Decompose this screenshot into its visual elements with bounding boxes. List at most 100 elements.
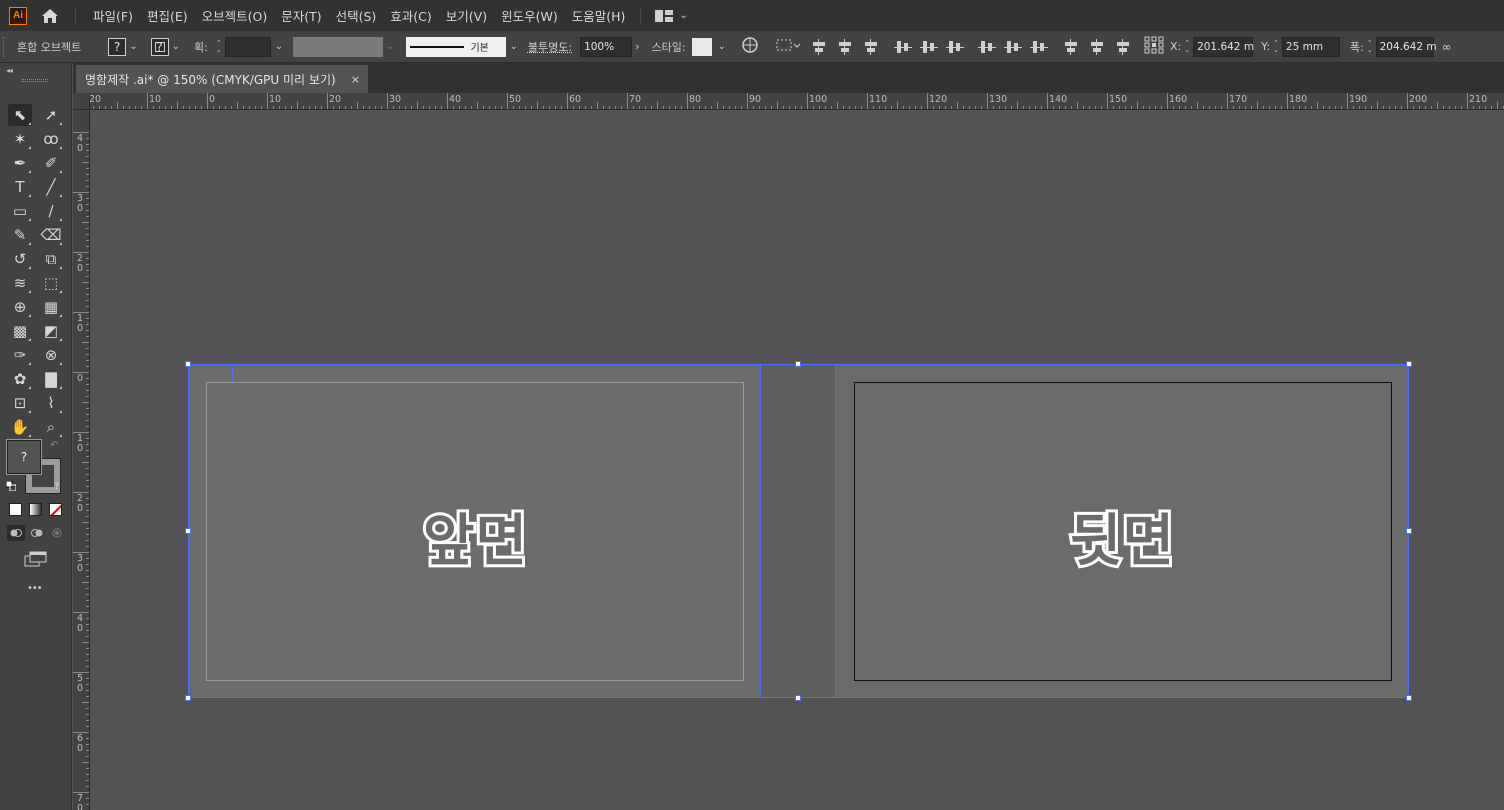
menu-object[interactable]: 오브젝트(O): [195, 6, 275, 25]
artboard-tool-icon[interactable]: ⊡: [8, 392, 32, 414]
y-stepper[interactable]: ⌃ ⌄: [1273, 39, 1279, 54]
align-to-selection-icon[interactable]: [776, 37, 801, 56]
chevron-down-icon[interactable]: ⌄: [129, 41, 137, 52]
menu-file[interactable]: 파일(F): [86, 6, 140, 25]
menu-type[interactable]: 문자(T): [274, 6, 328, 25]
menu-effect[interactable]: 효과(C): [383, 6, 438, 25]
column-graph-tool-icon[interactable]: ▇: [39, 368, 63, 390]
eyedropper-tool-icon[interactable]: ✑: [8, 344, 32, 366]
scale-tool-icon[interactable]: ⧉: [39, 248, 63, 270]
selection-bounding-box[interactable]: [188, 364, 1409, 698]
opacity-label[interactable]: 불투명도:: [528, 39, 572, 55]
back-label[interactable]: 뒷면: [1067, 496, 1177, 577]
symbol-sprayer-tool-icon[interactable]: ✿: [8, 368, 32, 390]
free-transform-tool-icon[interactable]: ⬚: [39, 272, 63, 294]
control-bar-grip[interactable]: [3, 36, 7, 57]
shape-builder-tool-icon[interactable]: ⊕: [8, 296, 32, 318]
x-input[interactable]: 201.642 m: [1193, 36, 1254, 57]
fill-color-box[interactable]: ?: [6, 439, 42, 475]
eraser-tool-icon[interactable]: ⌫: [39, 224, 63, 246]
reference-point-icon[interactable]: [1144, 36, 1164, 57]
distribute-horizontal-center-icon[interactable]: [1088, 38, 1106, 55]
selection-tool-icon[interactable]: ⬉: [8, 104, 32, 126]
paintbrush-tool-icon[interactable]: ∕: [39, 200, 63, 222]
distribute-vertical-center-icon[interactable]: [1003, 39, 1022, 55]
align-right-icon[interactable]: [862, 38, 880, 55]
align-top-icon[interactable]: [893, 39, 912, 55]
menu-window[interactable]: 윈도우(W): [494, 6, 565, 25]
line-segment-tool-icon[interactable]: ╱: [39, 176, 63, 198]
workspace-switcher[interactable]: ⌄: [655, 9, 688, 22]
swap-fill-stroke-icon[interactable]: ↶: [50, 440, 58, 451]
align-left-icon[interactable]: [810, 38, 828, 55]
menu-view[interactable]: 보기(V): [439, 6, 494, 25]
chevron-right-icon[interactable]: ›: [635, 40, 639, 53]
panel-grip[interactable]: [22, 79, 48, 82]
draw-behind-icon[interactable]: [28, 525, 46, 541]
chevron-down-icon[interactable]: ⌄: [509, 41, 517, 52]
lasso-tool-icon[interactable]: ꝏ: [39, 128, 63, 150]
gradient-tool-icon[interactable]: ◩: [39, 320, 63, 342]
direct-selection-tool-icon[interactable]: ➚: [39, 104, 63, 126]
pen-tool-icon[interactable]: ✒: [8, 152, 32, 174]
rectangle-tool-icon[interactable]: ▭: [8, 200, 32, 222]
fill-swatch[interactable]: ?: [108, 37, 127, 56]
resize-handle-top-left[interactable]: [185, 361, 191, 367]
chevron-down-icon[interactable]: ⌄: [718, 41, 726, 52]
opacity-input[interactable]: 100%: [580, 36, 633, 57]
type-tool-icon[interactable]: T: [8, 176, 32, 198]
brush-definition[interactable]: 기본: [406, 36, 507, 57]
gradient-mode-icon[interactable]: [29, 503, 42, 516]
resize-handle-bottom-right[interactable]: [1406, 695, 1412, 701]
menu-select[interactable]: 선택(S): [329, 6, 384, 25]
hand-tool-icon[interactable]: ✋: [8, 416, 32, 438]
width-stepper[interactable]: ⌃ ⌄: [1367, 39, 1373, 54]
graphic-style-swatch[interactable]: [691, 37, 712, 56]
close-icon[interactable]: ×: [351, 73, 360, 86]
width-input[interactable]: 204.642 m: [1375, 36, 1437, 57]
zoom-tool-icon[interactable]: ⌕: [39, 416, 63, 438]
draw-inside-icon[interactable]: [48, 525, 66, 541]
home-icon[interactable]: [39, 5, 61, 27]
constrain-proportions-icon[interactable]: ∞: [1442, 40, 1452, 54]
collapse-panel-icon[interactable]: ◂◂: [6, 66, 13, 75]
shaper-tool-icon[interactable]: ✎: [8, 224, 32, 246]
menu-help[interactable]: 도움말(H): [565, 6, 633, 25]
perspective-grid-tool-icon[interactable]: ▦: [39, 296, 63, 318]
stroke-swatch[interactable]: ?: [150, 37, 169, 56]
stroke-weight-input[interactable]: [224, 36, 271, 57]
resize-handle-middle-left[interactable]: [185, 528, 191, 534]
canvas[interactable]: 앞면 뒷면: [91, 111, 1504, 810]
resize-handle-bottom-center[interactable]: [795, 695, 801, 701]
chevron-down-icon[interactable]: ⌄: [386, 41, 394, 52]
y-input[interactable]: 25 mm: [1281, 36, 1340, 57]
chevron-down-icon[interactable]: ⌄: [275, 41, 283, 52]
distribute-bottom-icon[interactable]: [1029, 39, 1048, 55]
distribute-right-icon[interactable]: [1114, 38, 1132, 55]
distribute-left-icon[interactable]: [1062, 38, 1080, 55]
stroke-weight-stepper[interactable]: ⌃ ⌄: [216, 39, 222, 54]
align-vertical-center-icon[interactable]: [919, 39, 938, 55]
rotate-tool-icon[interactable]: ↺: [8, 248, 32, 270]
document-tab[interactable]: 명함제작 .ai* @ 150% (CMYK/GPU 미리 보기) ×: [76, 65, 368, 93]
default-fill-stroke-icon[interactable]: [5, 480, 17, 492]
recolor-artwork-icon[interactable]: [742, 37, 758, 56]
draw-normal-icon[interactable]: [7, 525, 25, 541]
vertical-ruler[interactable]: 40 30 20 10 0 10 20 30 40 50 60 70: [73, 110, 90, 810]
variable-width-profile[interactable]: [293, 36, 384, 57]
chevron-down-icon[interactable]: ⌄: [172, 41, 180, 52]
align-bottom-icon[interactable]: [945, 39, 964, 55]
edit-toolbar-button[interactable]: •••: [27, 583, 43, 594]
resize-handle-middle-right[interactable]: [1406, 528, 1412, 534]
curvature-tool-icon[interactable]: ✐: [39, 152, 63, 174]
resize-handle-top-right[interactable]: [1406, 361, 1412, 367]
ruler-origin[interactable]: [73, 93, 90, 110]
none-mode-icon[interactable]: [49, 503, 62, 516]
resize-handle-top-center[interactable]: [795, 361, 801, 367]
slice-tool-icon[interactable]: ⌇: [39, 392, 63, 414]
align-horizontal-center-icon[interactable]: [836, 38, 854, 55]
distribute-top-icon[interactable]: [977, 39, 996, 55]
screen-mode-icon[interactable]: [24, 550, 48, 568]
menu-edit[interactable]: 편집(E): [140, 6, 195, 25]
width-tool-icon[interactable]: ≋: [8, 272, 32, 294]
